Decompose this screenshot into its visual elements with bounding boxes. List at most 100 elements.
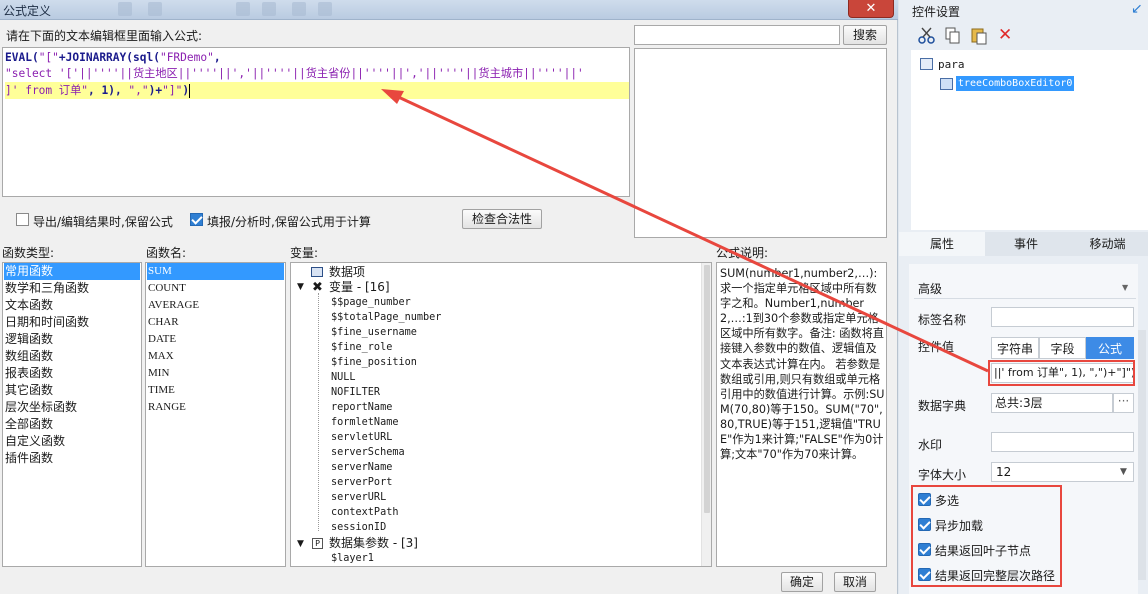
ok-button[interactable]: 确定 bbox=[781, 572, 823, 592]
tree-leaf[interactable]: sessionID bbox=[331, 520, 386, 535]
paste-icon[interactable] bbox=[970, 27, 988, 45]
paste-icon bbox=[292, 2, 306, 16]
function-names-list: SUM COUNT AVERAGE CHAR DATE MAX MIN TIME… bbox=[145, 262, 286, 567]
formula-prompt: 请在下面的文本编辑框里面输入公式: bbox=[6, 29, 203, 43]
variables-scrollbar[interactable] bbox=[701, 263, 711, 566]
undo-icon bbox=[118, 2, 132, 16]
tree-leaf[interactable]: $layer1 bbox=[331, 551, 374, 566]
dataset-param-icon: P bbox=[312, 538, 323, 549]
close-button[interactable]: ✕ bbox=[848, 0, 894, 18]
list-item[interactable]: 文本函数 bbox=[4, 297, 53, 314]
tree-leaf[interactable]: $$page_number bbox=[331, 295, 411, 310]
list-item[interactable]: AVERAGE bbox=[147, 297, 199, 314]
tree-leaf[interactable]: serverPort bbox=[331, 475, 392, 490]
tag-name-label: 标签名称 bbox=[918, 313, 967, 327]
tree-root-para[interactable]: para bbox=[938, 58, 965, 71]
search-results-panel bbox=[634, 48, 887, 238]
function-types-list: 常用函数 数学和三角函数 文本函数 日期和时间函数 逻辑函数 数组函数 报表函数… bbox=[2, 262, 142, 567]
list-item[interactable]: CHAR bbox=[147, 314, 179, 331]
function-types-header: 函数类型: bbox=[2, 246, 55, 260]
collapse-icon[interactable]: ▼ bbox=[297, 539, 304, 549]
list-item[interactable]: 层次坐标函数 bbox=[4, 399, 77, 416]
advanced-section[interactable]: 高级 bbox=[918, 280, 942, 297]
tree-leaf[interactable]: $fine_username bbox=[331, 325, 417, 340]
keep-formula-export-checkbox[interactable] bbox=[16, 213, 29, 226]
function-search-input[interactable] bbox=[634, 25, 840, 45]
mode-string[interactable]: 字符串 bbox=[991, 337, 1039, 359]
list-item[interactable]: 其它函数 bbox=[4, 382, 53, 399]
list-item[interactable]: 常用函数 bbox=[4, 263, 140, 280]
tag-name-input[interactable] bbox=[991, 307, 1134, 327]
list-item[interactable]: COUNT bbox=[147, 280, 186, 297]
control-value-label: 控件值 bbox=[918, 340, 955, 354]
tree-node-variables[interactable]: 变量 - [16] bbox=[329, 280, 390, 295]
combo-node-icon bbox=[940, 78, 953, 90]
chevron-down-icon[interactable]: ▼ bbox=[1120, 467, 1127, 477]
list-item[interactable]: 数组函数 bbox=[4, 348, 53, 365]
collapse-icon[interactable]: ▼ bbox=[297, 282, 304, 292]
tree-leaf[interactable]: reportName bbox=[331, 400, 392, 415]
tree-leaf[interactable]: serverURL bbox=[331, 490, 386, 505]
keep-formula-export-label: 导出/编辑结果时,保留公式 bbox=[33, 215, 173, 229]
tree-leaf[interactable]: serverSchema bbox=[331, 445, 405, 460]
list-item[interactable]: 逻辑函数 bbox=[4, 331, 53, 348]
tree-leaf[interactable]: formletName bbox=[331, 415, 398, 430]
list-item[interactable]: 自定义函数 bbox=[4, 433, 65, 450]
cut-icon[interactable] bbox=[918, 27, 936, 45]
redo-icon bbox=[148, 2, 162, 16]
delete-icon[interactable]: ✕ bbox=[998, 25, 1012, 45]
pin-icon[interactable]: ↙ bbox=[1131, 1, 1143, 17]
tree-guide-line bbox=[318, 293, 319, 531]
list-item[interactable]: 全部函数 bbox=[4, 416, 53, 433]
list-item[interactable]: 报表函数 bbox=[4, 365, 53, 382]
tree-node-selected[interactable]: treeComboBoxEditor0 bbox=[956, 76, 1075, 91]
data-dict-input[interactable]: 总共:3层 bbox=[991, 393, 1113, 413]
watermark-input[interactable] bbox=[991, 432, 1134, 452]
section-divider bbox=[914, 298, 1136, 299]
list-item[interactable]: 日期和时间函数 bbox=[4, 314, 89, 331]
chevron-down-icon[interactable]: ▼ bbox=[1122, 283, 1128, 292]
tree-leaf[interactable]: $$totalPage_number bbox=[331, 310, 441, 325]
keep-formula-fill-checkbox[interactable] bbox=[190, 213, 203, 226]
copy-icon[interactable] bbox=[944, 27, 962, 45]
list-item[interactable]: TIME bbox=[147, 382, 175, 399]
data-item-icon bbox=[311, 267, 323, 277]
formula-desc-header: 公式说明: bbox=[716, 246, 769, 260]
list-item[interactable]: 数学和三角函数 bbox=[4, 280, 89, 297]
search-button[interactable]: 搜索 bbox=[843, 25, 887, 45]
tree-leaf[interactable]: contextPath bbox=[331, 505, 398, 520]
delete-icon bbox=[318, 2, 332, 16]
list-item[interactable]: RANGE bbox=[147, 399, 186, 416]
tree-leaf[interactable]: $fine_position bbox=[331, 355, 417, 370]
properties-scrollbar[interactable] bbox=[1138, 330, 1146, 580]
tree-leaf[interactable]: NULL bbox=[331, 370, 356, 385]
cancel-button[interactable]: 取消 bbox=[834, 572, 876, 592]
list-item[interactable]: DATE bbox=[147, 331, 176, 348]
tree-node-dataset-params[interactable]: 数据集参数 - [3] bbox=[329, 536, 418, 551]
tab-events[interactable]: 事件 bbox=[985, 232, 1067, 256]
tree-leaf[interactable]: $fine_role bbox=[331, 340, 392, 355]
cut-icon bbox=[236, 2, 250, 16]
annotation-box-formula bbox=[988, 360, 1135, 386]
formula-editor[interactable]: EVAL("["+JOINARRAY(sql("FRDemo", "select… bbox=[2, 47, 630, 197]
list-item[interactable]: SUM bbox=[147, 263, 284, 280]
more-icon[interactable]: ··· bbox=[1113, 393, 1134, 413]
list-item[interactable]: 插件函数 bbox=[4, 450, 53, 467]
tree-node-data-item[interactable]: 数据项 bbox=[329, 265, 365, 280]
scrollbar-thumb[interactable] bbox=[704, 265, 710, 513]
mode-field[interactable]: 字段 bbox=[1039, 337, 1086, 359]
formula-dialog: 公式定义 ✕ 请在下面的文本编辑框里面输入公式: 搜索 EVAL("["+JOI… bbox=[0, 0, 898, 594]
settings-tabs: 属性 事件 移动端 bbox=[899, 232, 1148, 256]
tree-leaf[interactable]: NOFILTER bbox=[331, 385, 380, 400]
check-validity-button[interactable]: 检查合法性 bbox=[462, 209, 542, 229]
tab-mobile[interactable]: 移动端 bbox=[1067, 232, 1148, 256]
sql-string-part-1: "select '['||''''||货主地区||''''||','||''''… bbox=[5, 67, 584, 80]
tree-leaf[interactable]: serverName bbox=[331, 460, 392, 475]
keep-formula-fill-label: 填报/分析时,保留公式用于计算 bbox=[207, 215, 371, 229]
font-size-select[interactable]: 12 bbox=[991, 462, 1134, 482]
tree-leaf[interactable]: servletURL bbox=[331, 430, 392, 445]
list-item[interactable]: MAX bbox=[147, 348, 174, 365]
list-item[interactable]: MIN bbox=[147, 365, 169, 382]
mode-formula[interactable]: 公式 bbox=[1086, 337, 1134, 359]
tab-properties[interactable]: 属性 bbox=[899, 232, 985, 256]
